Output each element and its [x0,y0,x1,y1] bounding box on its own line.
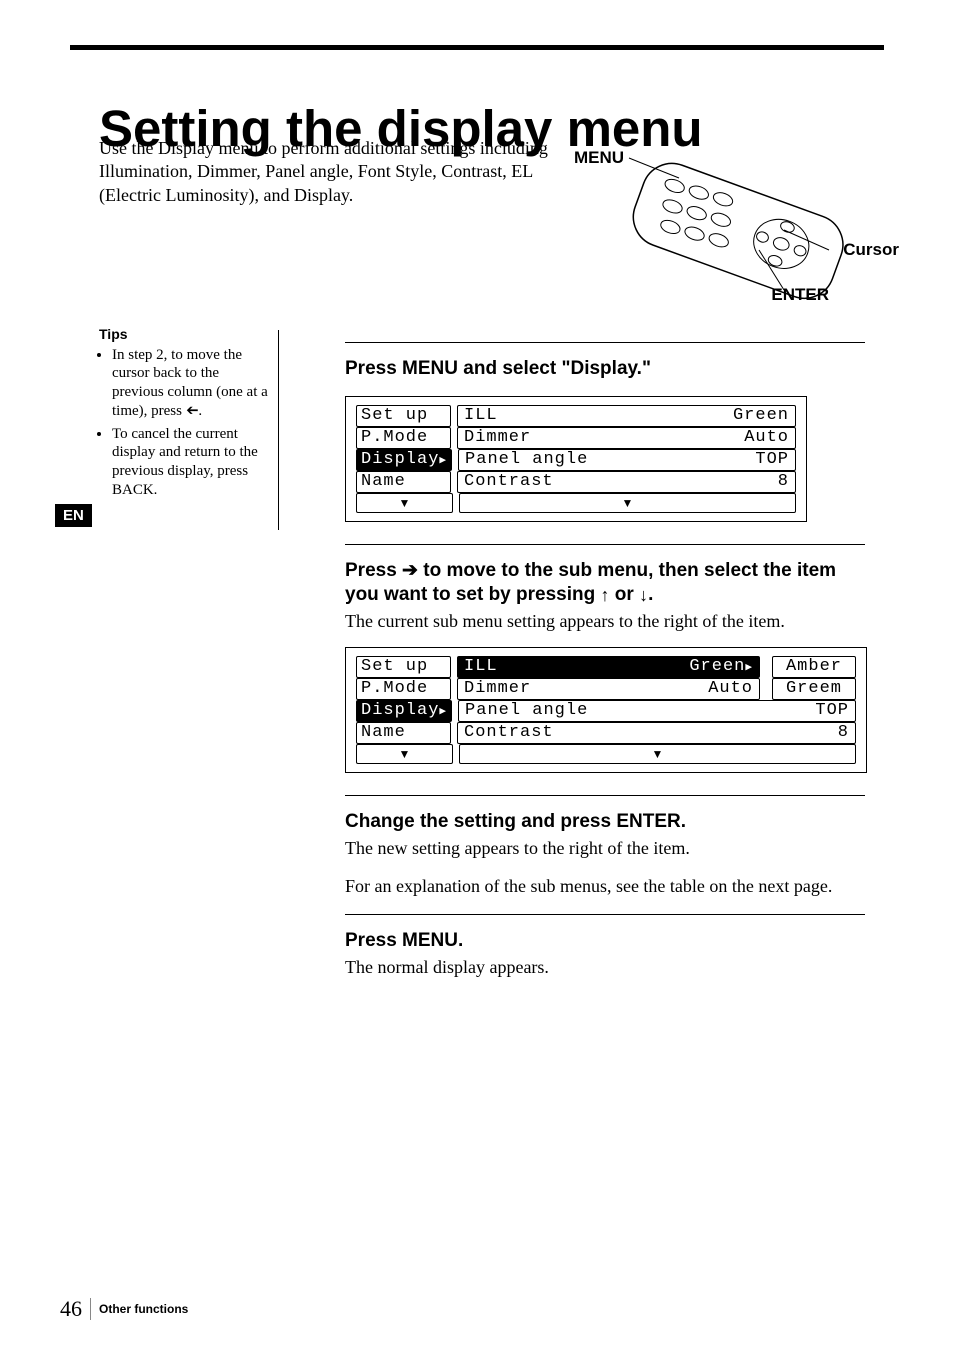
lcd-line: DimmerAuto [457,427,796,449]
footer-section: Other functions [99,1302,188,1316]
tips-column: Tips In step 2, to move the cursor back … [99,326,269,504]
scroll-down-left-icon: ▼ [356,493,453,513]
lcd-left: P.Mode [356,678,451,700]
down-arrow-icon: ↓ [639,584,648,607]
step-rule-2 [345,544,865,545]
language-badge: EN [55,504,92,527]
step-rule-1 [345,342,865,343]
tips-heading: Tips [99,326,269,344]
remote-illustration: MENU Cursor ENTER [574,140,874,330]
step2-body: The current sub menu setting appears to … [345,610,865,633]
page-number: 46 [60,1296,82,1322]
top-rule [70,45,884,50]
remote-label-cursor: Cursor [843,240,899,260]
steps-column: Press MENU and select "Display." Set up … [345,330,865,979]
lcd-line: Contrast8 [457,722,856,744]
lcd-line: DimmerAuto [457,678,760,700]
scroll-down-left-icon: ▼ [356,744,453,764]
remote-label-menu: MENU [574,148,624,168]
tip-item-1: In step 2, to move the cursor back to th… [112,346,269,421]
scroll-down-right-icon: ▼ [459,493,796,513]
step4-body: The normal display appears. [345,956,865,979]
lcd-extra: Greem [772,678,856,700]
lcd-left-selected: Display▶ [356,449,452,471]
lcd-line: Contrast8 [457,471,796,493]
lcd-left: Name [356,722,451,744]
up-arrow-icon: ↑ [601,584,610,607]
lcd-line: Panel angleTOP [458,700,856,722]
lcd-left: Set up [356,405,451,427]
tip-item-2: To cancel the current display and return… [112,425,269,500]
step3-heading: Change the setting and press ENTER. [345,810,865,835]
step1-heading: Press MENU and select "Display." [345,357,865,382]
lcd-line: ILLGreen [457,405,796,427]
step3-body2: For an explanation of the sub menus, see… [345,875,865,898]
intro-paragraph: Use the Display menu to perform addition… [99,137,569,207]
back-arrow-icon: ➔ [186,402,199,421]
step2-lcd: Set up ILLGreen▶ Amber P.Mode DimmerAuto… [345,647,867,773]
lcd-left: Name [356,471,451,493]
lcd-extra: Amber [772,656,856,678]
right-arrow-icon: ➔ [402,560,418,581]
page: EN Setting the display menu Use the Disp… [0,0,954,1352]
step-rule-4 [345,914,865,915]
lcd-left: Set up [356,656,451,678]
page-footer: 46 Other functions [60,1296,188,1322]
footer-divider [90,1298,91,1320]
tips-list: In step 2, to move the cursor back to th… [99,346,269,500]
lcd-line-selected: ILLGreen▶ [457,656,760,678]
step1-lcd: Set up ILLGreen P.Mode DimmerAuto Displa… [345,396,807,522]
scroll-down-right-icon: ▼ [459,744,856,764]
column-divider [278,330,279,530]
lcd-left-selected: Display▶ [356,700,452,722]
step-rule-3 [345,795,865,796]
step4-heading: Press MENU. [345,929,865,954]
step2-heading: Press ➔ to move to the sub menu, then se… [345,559,865,608]
remote-label-enter: ENTER [771,285,829,305]
lcd-left: P.Mode [356,427,451,449]
step3-body: The new setting appears to the right of … [345,837,865,860]
lcd-line: Panel angleTOP [458,449,796,471]
